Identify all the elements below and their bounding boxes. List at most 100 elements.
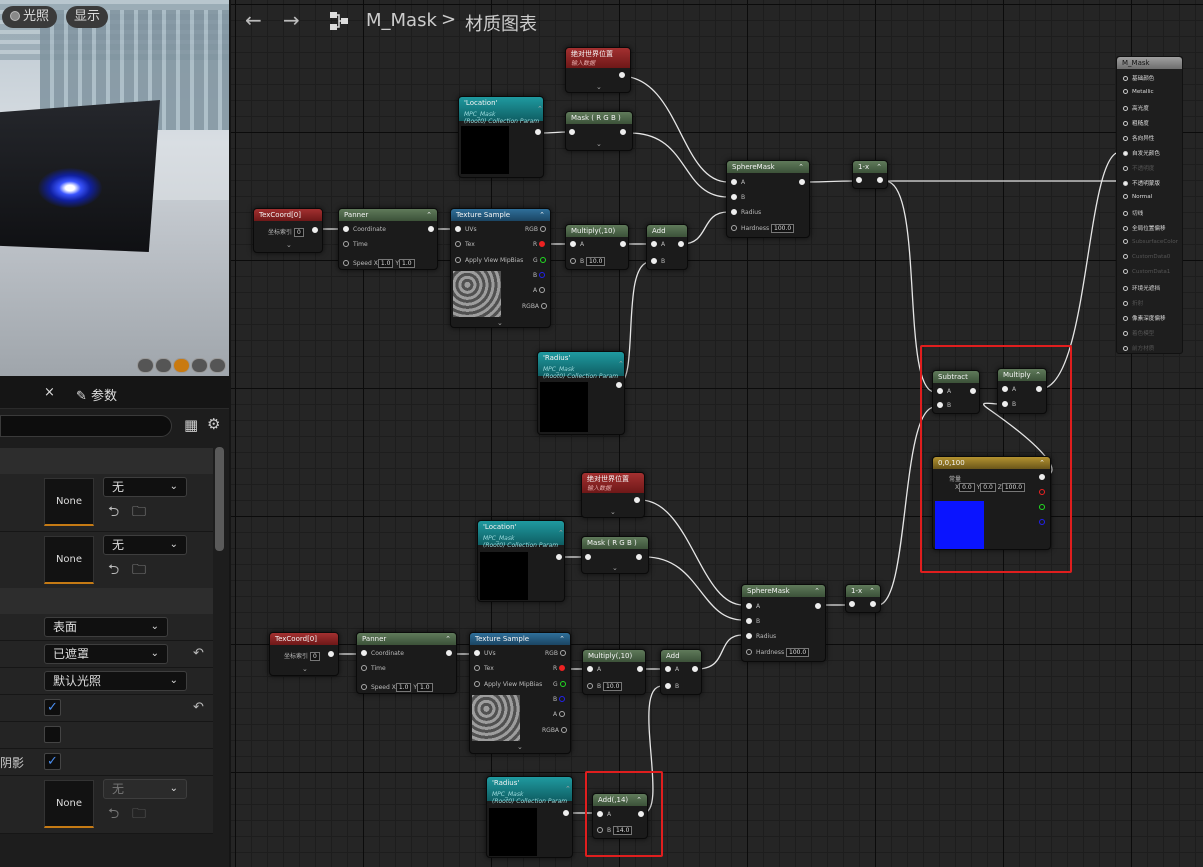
- output-pin[interactable]: [616, 382, 626, 389]
- hardness-value[interactable]: 100.0: [786, 648, 810, 657]
- input-pin[interactable]: [585, 554, 595, 561]
- speed-pin[interactable]: Speed X 1.0 Y 1.0: [361, 683, 433, 692]
- output-pin[interactable]: [799, 179, 809, 186]
- rgba-output-pin[interactable]: RGBA: [542, 727, 571, 734]
- category-header[interactable]: [0, 588, 213, 614]
- rgba-output-pin[interactable]: RGBA: [522, 303, 551, 310]
- chevron-down-icon[interactable]: ⌄: [596, 83, 602, 91]
- category-header[interactable]: [0, 448, 213, 474]
- material-input-pin[interactable]: 全局位置偏移: [1123, 224, 1166, 232]
- output-pin[interactable]: [815, 603, 825, 610]
- material-input-pin[interactable]: CustomData0: [1123, 254, 1170, 260]
- speed-pin[interactable]: Speed X 1.0 Y 1.0: [343, 259, 415, 268]
- material-input-pin[interactable]: 折射: [1123, 299, 1143, 307]
- collapse-icon[interactable]: ⌃: [565, 785, 571, 793]
- multiply-10-node[interactable]: Multiply(,10) A B 10.0: [582, 649, 646, 695]
- uvs-pin[interactable]: UVs: [455, 226, 477, 233]
- b-value[interactable]: 10.0: [603, 682, 623, 691]
- cube-preview-icon[interactable]: [191, 358, 208, 373]
- plane-preview-icon[interactable]: [173, 358, 190, 373]
- b-pin[interactable]: B: [651, 258, 665, 265]
- r-output-pin[interactable]: R: [553, 665, 569, 672]
- multiply-10-node[interactable]: Multiply(,10) A B 10.0: [565, 224, 629, 270]
- a-output-pin[interactable]: A: [553, 711, 569, 718]
- collapse-icon[interactable]: ⌃: [814, 585, 820, 597]
- coordinate-pin[interactable]: Coordinate: [343, 226, 386, 233]
- output-pin[interactable]: [634, 497, 644, 504]
- collapse-icon[interactable]: ⌃: [618, 360, 624, 368]
- teapot-preview-icon[interactable]: [209, 358, 226, 373]
- output-pin[interactable]: [312, 227, 322, 234]
- panner-node[interactable]: Panner ⌃ Coordinate Time Speed X 1.0 Y 1.0: [356, 632, 457, 694]
- texcoord-node[interactable]: TexCoord[0] 坐标索引 0 ⌄: [253, 208, 323, 253]
- a-pin[interactable]: A: [731, 179, 745, 186]
- forward-arrow-icon[interactable]: →: [283, 8, 300, 32]
- chevron-down-icon[interactable]: ⌄: [517, 743, 523, 751]
- output-pin[interactable]: [556, 554, 566, 561]
- a-output-pin[interactable]: A: [533, 287, 549, 294]
- texture-thumbnail[interactable]: None: [44, 478, 94, 526]
- material-input-pin[interactable]: 粗糙度: [1123, 119, 1149, 127]
- input-pin[interactable]: [849, 601, 859, 608]
- material-input-pin[interactable]: SubsurfaceColor: [1123, 239, 1178, 245]
- collapse-icon[interactable]: ⌃: [558, 529, 564, 537]
- coord-index-field[interactable]: 坐标索引 0: [268, 227, 304, 237]
- chevron-down-icon[interactable]: ⌄: [302, 665, 308, 673]
- absolute-world-position-node[interactable]: 绝对世界位置 输入数据 ⌄: [581, 472, 645, 518]
- reset-to-default-icon[interactable]: ↶: [193, 646, 204, 661]
- output-pin[interactable]: [328, 651, 338, 658]
- radius-pin[interactable]: Radius: [731, 209, 761, 216]
- g-output-pin[interactable]: G: [533, 257, 550, 264]
- material-input-pin[interactable]: CustomData1: [1123, 269, 1170, 275]
- output-pin[interactable]: [535, 129, 545, 136]
- blend-mode-combo[interactable]: 表面 ⌄: [44, 617, 168, 637]
- material-input-pin[interactable]: 前方材质: [1123, 344, 1154, 352]
- a-pin[interactable]: A: [651, 241, 665, 248]
- preview-viewport[interactable]: 光照 显示: [0, 0, 229, 376]
- time-pin[interactable]: Time: [361, 665, 386, 672]
- material-input-pin[interactable]: 各向异性: [1123, 134, 1154, 142]
- a-pin[interactable]: A: [746, 603, 760, 610]
- time-pin[interactable]: Time: [343, 241, 368, 248]
- output-pin[interactable]: [870, 601, 880, 608]
- details-scrollbar[interactable]: [215, 447, 224, 551]
- chevron-down-icon[interactable]: ⌄: [610, 508, 616, 516]
- radius-pin[interactable]: Radius: [746, 633, 776, 640]
- collapse-icon[interactable]: ⌃: [445, 633, 451, 645]
- hardness-value[interactable]: 100.0: [771, 224, 795, 233]
- speed-x-value[interactable]: 1.0: [395, 683, 412, 692]
- material-input-pin[interactable]: 不透明度: [1123, 164, 1154, 172]
- checkbox-unchecked[interactable]: [44, 726, 61, 743]
- material-result-node[interactable]: M_Mask 基础颜色 Metallic 高光度 粗糙度 各向异性 自发光颜色 不透明度 不透…: [1116, 56, 1183, 354]
- material-input-pin[interactable]: 着色模型: [1123, 329, 1154, 337]
- one-minus-node[interactable]: 1-x ⌃: [845, 584, 881, 613]
- coord-index-value[interactable]: 0: [309, 652, 320, 661]
- collapse-icon[interactable]: ⌃: [426, 209, 432, 221]
- a-pin[interactable]: A: [665, 666, 679, 673]
- material-input-pin[interactable]: 基础颜色: [1123, 74, 1154, 82]
- b-output-pin[interactable]: B: [533, 272, 549, 279]
- material-input-pin[interactable]: Normal: [1123, 194, 1152, 200]
- close-tab-icon[interactable]: ×: [44, 385, 55, 400]
- panner-node[interactable]: Panner ⌃ Coordinate Time Speed X 1.0 Y 1.0: [338, 208, 438, 270]
- texture-thumbnail[interactable]: None: [44, 536, 94, 584]
- texcoord-node[interactable]: TexCoord[0] 坐标索引 0 ⌄: [269, 632, 339, 676]
- chevron-down-icon[interactable]: ⌄: [612, 564, 618, 572]
- back-arrow-icon[interactable]: ←: [245, 8, 262, 32]
- material-input-pin[interactable]: 环境光遮挡: [1123, 284, 1160, 292]
- texture-sample-node[interactable]: Texture Sample ⌃ UVs Tex Apply View MipBi…: [450, 208, 551, 328]
- output-pin[interactable]: [636, 554, 646, 561]
- collapse-icon[interactable]: ⌃: [869, 585, 875, 597]
- b-pin[interactable]: B: [731, 194, 745, 201]
- tex-pin[interactable]: Tex: [455, 241, 475, 248]
- reset-to-default-icon[interactable]: ↶: [193, 700, 204, 715]
- collapse-icon[interactable]: ⌃: [798, 161, 804, 173]
- hardness-pin[interactable]: Hardness 100.0: [731, 224, 795, 233]
- output-pin[interactable]: [692, 666, 702, 673]
- output-pin[interactable]: [678, 241, 688, 248]
- output-pin[interactable]: [619, 72, 629, 79]
- browse-asset-icon[interactable]: 🗀: [132, 501, 146, 525]
- tab-parameters[interactable]: ✎ 参数: [76, 385, 117, 404]
- breadcrumb-asset[interactable]: M_Mask: [366, 10, 437, 31]
- mask-rgb-node[interactable]: Mask ( R G B ) ⌄: [581, 536, 649, 574]
